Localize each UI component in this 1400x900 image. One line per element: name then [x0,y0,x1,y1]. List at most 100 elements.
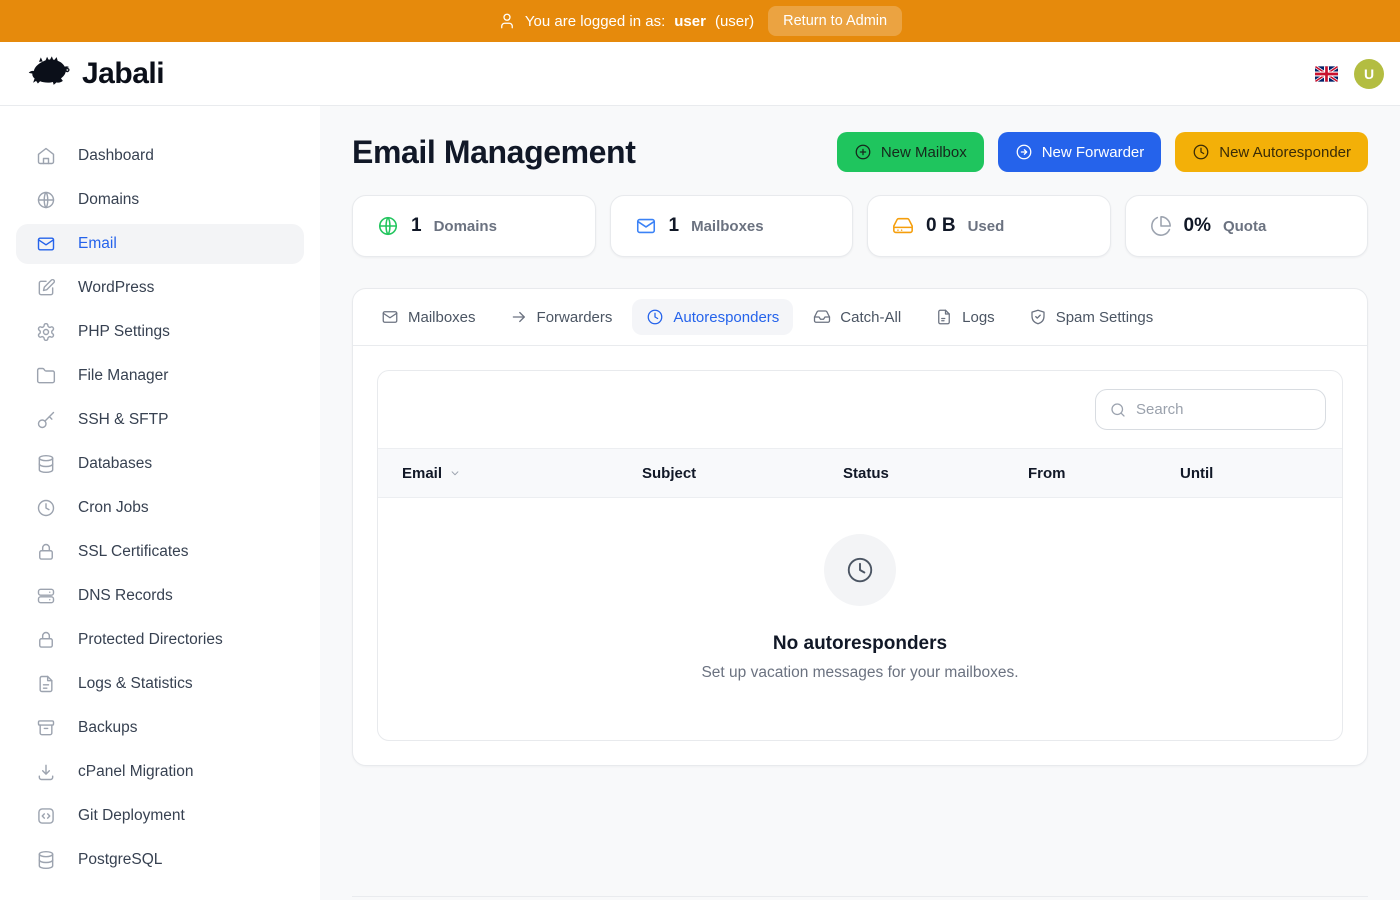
arrow-right-circle-icon [1015,143,1033,161]
logged-in-username: user [674,12,706,30]
mail-icon [36,234,56,254]
sidebar-item-dns-records[interactable]: DNS Records [16,576,304,616]
new-autoresponder-button[interactable]: New Autoresponder [1175,132,1368,172]
sidebar-item-file-manager[interactable]: File Manager [16,356,304,396]
search-icon [1109,401,1127,419]
search-input[interactable] [1136,401,1312,418]
sidebar-item-ssl-certificates[interactable]: SSL Certificates [16,532,304,572]
globe-icon [377,215,399,237]
globe-icon [36,190,56,210]
arrow-right-icon [510,308,528,326]
tab-logs[interactable]: Logs [921,299,1009,335]
column-header-status: Status [843,464,889,482]
hard-drive-icon [892,215,914,237]
stat-domains: 1 Domains [352,195,596,257]
brand[interactable]: Jabali [28,55,165,92]
server-icon [36,586,56,606]
stat-value: 1 [411,215,422,236]
shield-check-icon [1029,308,1047,326]
sidebar-item-cron-jobs[interactable]: Cron Jobs [16,488,304,528]
mail-icon [635,215,657,237]
empty-state-subtitle: Set up vacation messages for your mailbo… [701,664,1019,681]
empty-state: No autoresponders Set up vacation messag… [378,498,1342,740]
code-icon [36,806,56,826]
boar-logo-icon [28,55,72,92]
logged-in-prefix: You are logged in as: [524,12,666,30]
clock-icon [646,308,664,326]
sidebar-item-domains[interactable]: Domains [16,180,304,220]
stat-label: Quota [1222,217,1267,235]
file-text-icon [935,308,953,326]
email-tabs: Mailboxes Forwarders Autoresponders Catc… [353,289,1367,346]
pen-square-icon [36,278,56,298]
tab-mailboxes[interactable]: Mailboxes [367,299,490,335]
sidebar-item-email[interactable]: Email [16,224,304,264]
stat-mailboxes: 1 Mailboxes [609,195,853,257]
stat-quota: 0% Quota [1124,195,1368,257]
mail-icon [381,308,399,326]
stat-label: Domains [433,217,497,235]
return-to-admin-button[interactable]: Return to Admin [768,6,903,36]
stat-value: 1 [668,215,680,236]
stat-used: 0 B Used [867,195,1111,257]
tab-autoresponders[interactable]: Autoresponders [632,299,794,335]
sidebar: Dashboard Domains Email WordPress PHP Se… [0,106,320,900]
column-header-email[interactable]: Email [402,465,642,482]
lock-icon [36,542,56,562]
stat-label: Used [967,217,1005,235]
key-icon [36,410,56,430]
chevron-down-icon [448,466,462,480]
gear-icon [36,322,56,342]
sidebar-item-wordpress[interactable]: WordPress [16,268,304,308]
sidebar-item-cpanel-migration[interactable]: cPanel Migration [16,752,304,792]
column-header-until: Until [1180,464,1214,482]
folder-icon [36,366,56,386]
sidebar-item-php-settings[interactable]: PHP Settings [16,312,304,352]
sidebar-item-logs-statistics[interactable]: Logs & Statistics [16,664,304,704]
brand-name: Jabali [82,56,165,90]
uk-flag-icon[interactable] [1315,65,1338,82]
file-text-icon [36,674,56,694]
user-icon [498,12,516,30]
logged-in-role: (user) [714,12,755,30]
plus-circle-icon [854,143,872,161]
empty-state-title: No autoresponders [772,633,948,654]
tab-catch-all[interactable]: Catch-All [799,299,915,335]
inbox-icon [813,308,831,326]
tab-forwarders[interactable]: Forwarders [496,299,627,335]
sidebar-item-backups[interactable]: Backups [16,708,304,748]
new-mailbox-button[interactable]: New Mailbox [836,132,984,172]
table-header: Email Subject Status From Until [378,448,1342,498]
sidebar-item-protected-directories[interactable]: Protected Directories [16,620,304,660]
app-header: Jabali U [0,42,1400,106]
search-box [1095,389,1326,430]
tab-spam-settings[interactable]: Spam Settings [1015,299,1168,335]
footer: Jabali Panel GitHub • © 2026 Jabali v2.0… [352,896,1368,900]
database-icon [36,850,56,870]
page-title: Email Management [352,133,636,170]
column-header-subject: Subject [642,464,697,482]
database-icon [36,454,56,474]
lock-icon [36,630,56,650]
impersonation-banner: You are logged in as: user (user) Return… [0,0,1400,42]
email-section-card: Mailboxes Forwarders Autoresponders Catc… [352,288,1368,766]
stat-label: Mailboxes [691,217,764,235]
autoresponders-table-card: Email Subject Status From Until No autor… [377,370,1343,741]
sidebar-item-ssh-sftp[interactable]: SSH & SFTP [16,400,304,440]
sidebar-item-postgresql[interactable]: PostgreSQL [16,840,304,880]
archive-icon [36,718,56,738]
stat-value: 0 B [926,215,956,236]
clock-icon [824,534,896,606]
sidebar-item-dashboard[interactable]: Dashboard [16,136,304,176]
clock-icon [36,498,56,518]
avatar[interactable]: U [1354,58,1384,89]
sidebar-item-databases[interactable]: Databases [16,444,304,484]
clock-icon [1192,143,1210,161]
logged-in-as: You are logged in as: user (user) [498,12,754,30]
download-icon [36,762,56,782]
main-content: Email Management New Mailbox New Forward… [320,106,1400,900]
sidebar-item-git-deployment[interactable]: Git Deployment [16,796,304,836]
stat-value: 0% [1183,215,1211,236]
new-forwarder-button[interactable]: New Forwarder [997,132,1162,172]
column-header-from: From [1028,464,1066,482]
